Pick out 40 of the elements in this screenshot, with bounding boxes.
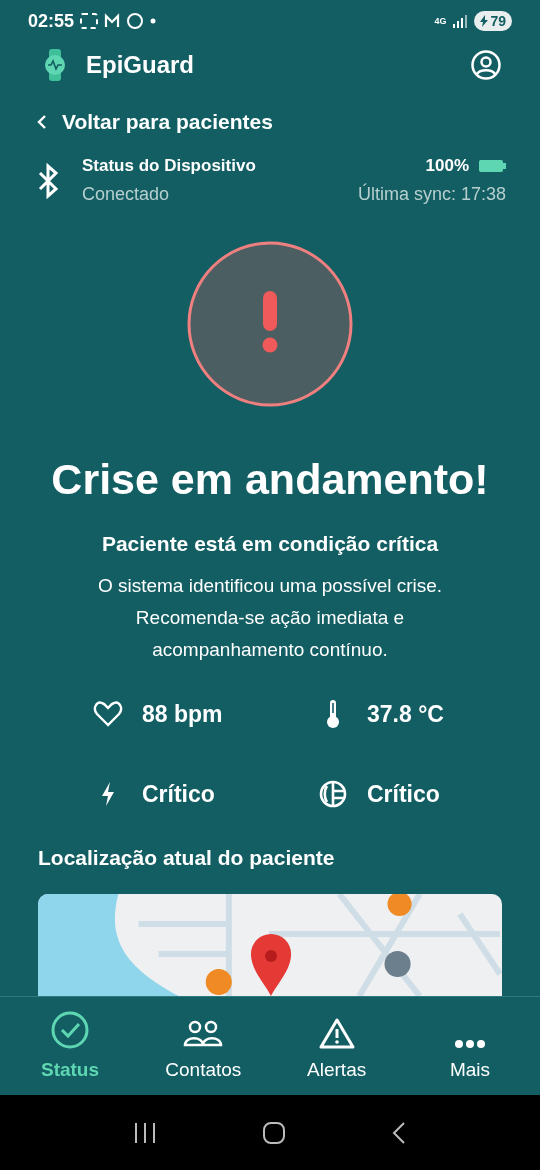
watch-icon — [42, 48, 68, 82]
profile-icon[interactable] — [470, 49, 502, 81]
alert-subtitle: Paciente está em condição crítica — [100, 532, 440, 556]
thermometer-icon — [326, 699, 340, 729]
vital-value: 88 bpm — [142, 700, 223, 728]
nav-tab[interactable]: Alertas — [286, 997, 387, 1095]
device-status-title: Status do Dispositivo — [82, 156, 256, 176]
alert-title: Crise em andamento! — [50, 455, 490, 504]
battery-percentage: 100% — [425, 156, 469, 176]
network-type: 4G — [434, 16, 447, 26]
back-link[interactable]: Voltar para pacientes — [36, 106, 273, 138]
screenshot-icon — [80, 12, 99, 30]
battery-indicator: 79 — [474, 11, 512, 31]
charging-icon — [480, 15, 489, 27]
lightning-icon — [100, 781, 116, 807]
section-title: Localização atual do paciente — [38, 846, 336, 870]
chevron-left-icon — [36, 114, 48, 130]
recent-apps-icon[interactable] — [132, 1121, 157, 1144]
mail-icon — [104, 13, 121, 29]
nav-tab[interactable]: Status — [20, 997, 120, 1095]
app-title: EpiGuard — [86, 51, 194, 79]
clock-time: 02:55 — [28, 10, 75, 32]
home-icon[interactable] — [262, 1120, 286, 1145]
people-icon — [183, 1019, 224, 1049]
vital-value: 37.8 °C — [367, 700, 444, 728]
alert-description: O sistema identificou uma possível crise. Recomenda-se ação imediata e acompanhamento contínuo. — [96, 574, 444, 662]
signal-icon — [452, 14, 469, 28]
back-icon[interactable] — [391, 1120, 408, 1145]
check-circle-icon — [51, 1011, 89, 1049]
alert-icon — [187, 241, 353, 407]
heart-icon — [93, 701, 123, 727]
warning-icon — [318, 1017, 355, 1049]
vital-value: Crítico — [142, 780, 215, 808]
dot-icon — [150, 18, 157, 24]
last-sync: Última sync: 17:38 — [357, 184, 506, 205]
nav-tab[interactable]: Mais — [420, 997, 520, 1095]
connection-status: Conectado — [82, 184, 171, 205]
vital-value: Crítico — [367, 780, 440, 808]
nav-tab[interactable]: Contatos — [153, 997, 254, 1095]
more-icon — [454, 1039, 486, 1049]
